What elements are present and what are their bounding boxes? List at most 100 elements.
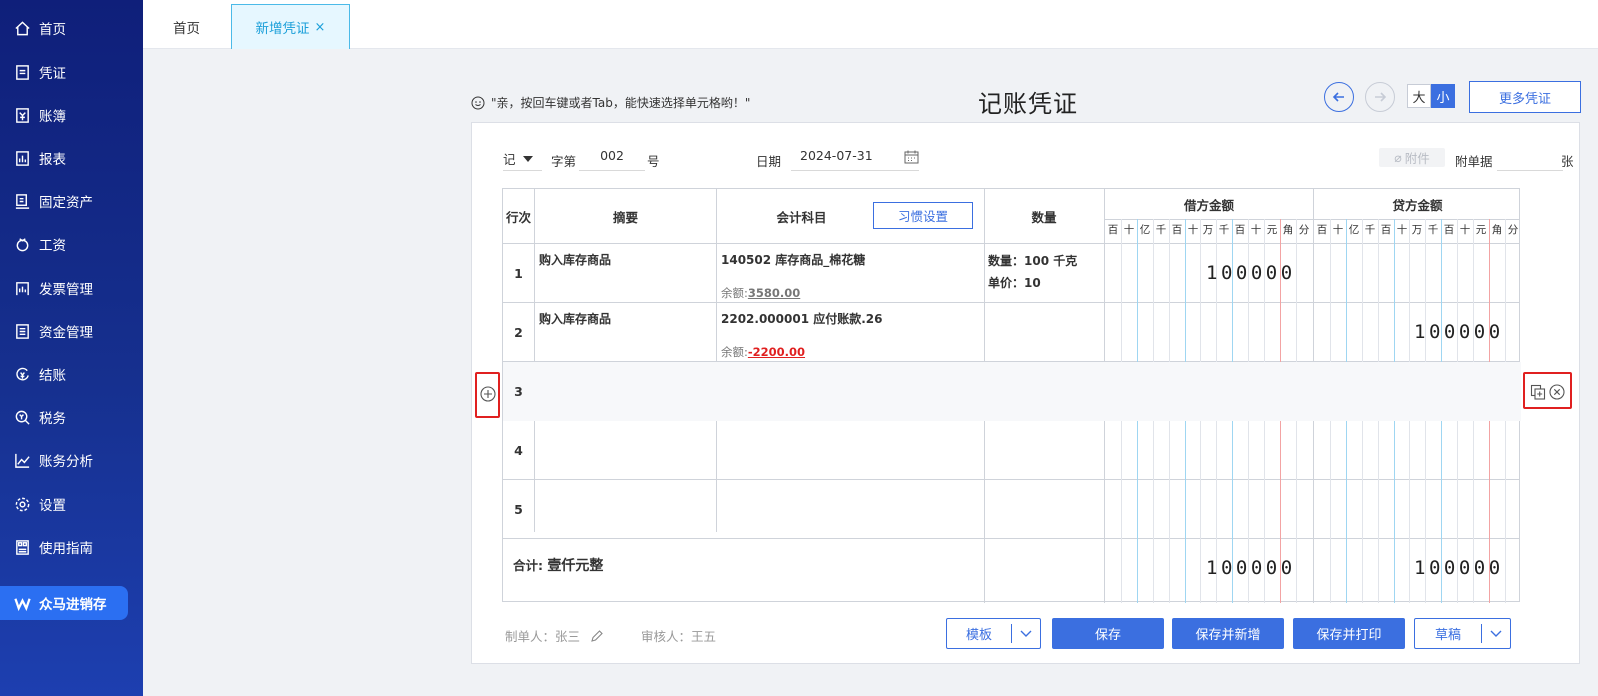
sidebar-item-label: 结账	[39, 368, 66, 384]
voucher-table: 行次 摘要 会计科目 习惯设置 数量 借方金额 贷方金额 百十亿千百十万千百十元…	[502, 188, 1521, 603]
brand-logo-icon	[13, 594, 31, 612]
word-label: 字第	[551, 154, 577, 169]
delete-row-icon[interactable]	[1549, 384, 1565, 400]
more-vouchers-button[interactable]: 更多凭证	[1469, 81, 1581, 113]
tab-bar: 首页 新增凭证 ×	[143, 0, 1598, 49]
tab-home[interactable]: 首页	[143, 4, 230, 49]
total-credit: 100000	[1414, 557, 1504, 579]
sidebar-item-home[interactable]: 首页	[0, 11, 143, 45]
save-button[interactable]: 保存	[1052, 618, 1164, 649]
template-button[interactable]: 模板	[946, 618, 1041, 649]
maker-name: 张三	[555, 629, 581, 644]
save-and-new-button[interactable]: 保存并新增	[1172, 618, 1284, 649]
sidebar-item-salary[interactable]: 工资	[0, 227, 143, 261]
sidebar-item-invoice[interactable]: 发票管理	[0, 271, 143, 305]
table-row-hover[interactable]	[503, 362, 1521, 421]
digit-unit-label: 元	[1266, 224, 1278, 236]
doc-count-label: 附单据	[1455, 154, 1493, 169]
attachment-button[interactable]: ⌀ 附件	[1379, 148, 1445, 167]
number-suffix: 号	[647, 154, 660, 169]
save-and-print-button[interactable]: 保存并打印	[1293, 618, 1405, 649]
reviewer-label: 审核人：	[641, 629, 692, 644]
smile-icon	[471, 96, 485, 109]
sidebar-item-analysis[interactable]: 账务分析	[0, 443, 143, 477]
sidebar: 首页 凭证 账簿 报表 固定资产 工资 发票管理 资金管理 结账 税务 账务分析	[0, 0, 143, 696]
chevron-down-icon[interactable]	[1482, 628, 1510, 640]
sidebar-item-closing[interactable]: 结账	[0, 357, 143, 391]
draft-label: 草稿	[1434, 628, 1461, 643]
grid-line	[503, 243, 1519, 244]
digit-unit-label: 十	[1332, 224, 1344, 236]
date-label: 日期	[756, 154, 782, 169]
habit-settings-button[interactable]: 习惯设置	[873, 202, 973, 229]
tab-new-voucher[interactable]: 新增凭证 ×	[231, 4, 350, 49]
doc-count-input[interactable]	[1497, 147, 1563, 171]
voucher-icon	[13, 63, 31, 81]
digit-unit-label: 万	[1411, 224, 1423, 236]
debit-amount[interactable]: 100000	[1206, 262, 1296, 284]
sidebar-item-label: 账簿	[39, 109, 66, 125]
summary-cell[interactable]: 购入库存商品	[539, 310, 611, 327]
row-number: 2	[514, 325, 523, 340]
digit-unit-label: 亿	[1139, 224, 1151, 236]
sidebar-item-fund[interactable]: 资金管理	[0, 314, 143, 348]
voucher-word-select[interactable]: 记	[503, 147, 542, 171]
sidebar-item-ledger[interactable]: 账簿	[0, 98, 143, 132]
draft-button[interactable]: 草稿	[1414, 618, 1511, 649]
guide-icon	[13, 538, 31, 556]
copy-row-icon[interactable]	[1530, 384, 1546, 400]
size-small-toggle[interactable]: 小	[1431, 84, 1455, 108]
sidebar-item-report[interactable]: 报表	[0, 141, 143, 175]
closing-icon	[13, 365, 31, 383]
total-debit: 100000	[1206, 557, 1296, 579]
sidebar-item-settings[interactable]: 设置	[0, 487, 143, 521]
prev-voucher-button[interactable]	[1324, 82, 1354, 112]
sidebar-item-fixed-asset[interactable]: 固定资产	[0, 184, 143, 218]
calendar-icon[interactable]	[904, 150, 919, 164]
sidebar-item-label: 使用指南	[39, 541, 93, 557]
sidebar-item-voucher[interactable]: 凭证	[0, 55, 143, 89]
page-title: 记账凭证	[978, 90, 1078, 118]
total-words: 壹仟元整	[547, 558, 604, 574]
account-cell[interactable]: 140502 库存商品_棉花糖	[721, 251, 865, 268]
date-input[interactable]: 2024-07-31	[791, 147, 919, 171]
voucher-word-value: 记	[503, 152, 516, 167]
sidebar-item-label: 设置	[39, 498, 66, 514]
fixed-asset-icon	[13, 192, 31, 210]
tax-icon	[13, 408, 31, 426]
sidebar-item-label: 报表	[39, 152, 66, 168]
balance-info: 余额:3580.00	[721, 285, 800, 301]
sidebar-item-label: 税务	[39, 411, 66, 427]
voucher-number-input[interactable]: 002	[579, 147, 645, 171]
sidebar-item-guide[interactable]: 使用指南	[0, 530, 143, 564]
reviewer-info: 审核人：王五	[641, 626, 716, 645]
account-cell[interactable]: 2202.000001 应付账款.26	[721, 310, 883, 327]
col-summary-header: 摘要	[612, 209, 638, 225]
add-row-icon[interactable]	[480, 386, 496, 402]
doc-count-unit: 张	[1561, 154, 1574, 169]
credit-amount[interactable]: 100000	[1414, 321, 1504, 343]
paperclip-icon: ⌀	[1394, 150, 1402, 165]
row-number: 1	[514, 266, 523, 281]
close-icon[interactable]: ×	[315, 20, 326, 35]
settings-icon	[13, 495, 31, 513]
digit-unit-label: 百	[1380, 224, 1392, 236]
digit-unit-label: 十	[1250, 224, 1262, 236]
chevron-down-icon[interactable]	[1012, 628, 1040, 640]
template-label: 模板	[965, 628, 992, 643]
digit-unit-label: 分	[1298, 224, 1310, 236]
grid-line	[503, 538, 1519, 539]
next-voucher-button[interactable]	[1365, 82, 1395, 112]
size-big-toggle[interactable]: 大	[1407, 84, 1431, 108]
sidebar-item-tax[interactable]: 税务	[0, 400, 143, 434]
summary-cell[interactable]: 购入库存商品	[539, 251, 611, 268]
balance-info: 余额:-2200.00	[721, 344, 805, 360]
sidebar-item-brand[interactable]: 众马进销存	[0, 586, 128, 620]
pencil-icon[interactable]	[590, 629, 604, 643]
report-icon	[13, 149, 31, 167]
balance-value-negative: -2200.00	[747, 345, 806, 359]
grid-line	[503, 479, 1519, 480]
balance-value: 3580.00	[747, 286, 801, 300]
digit-unit-label: 十	[1187, 224, 1199, 236]
col-row-header: 行次	[505, 209, 531, 225]
